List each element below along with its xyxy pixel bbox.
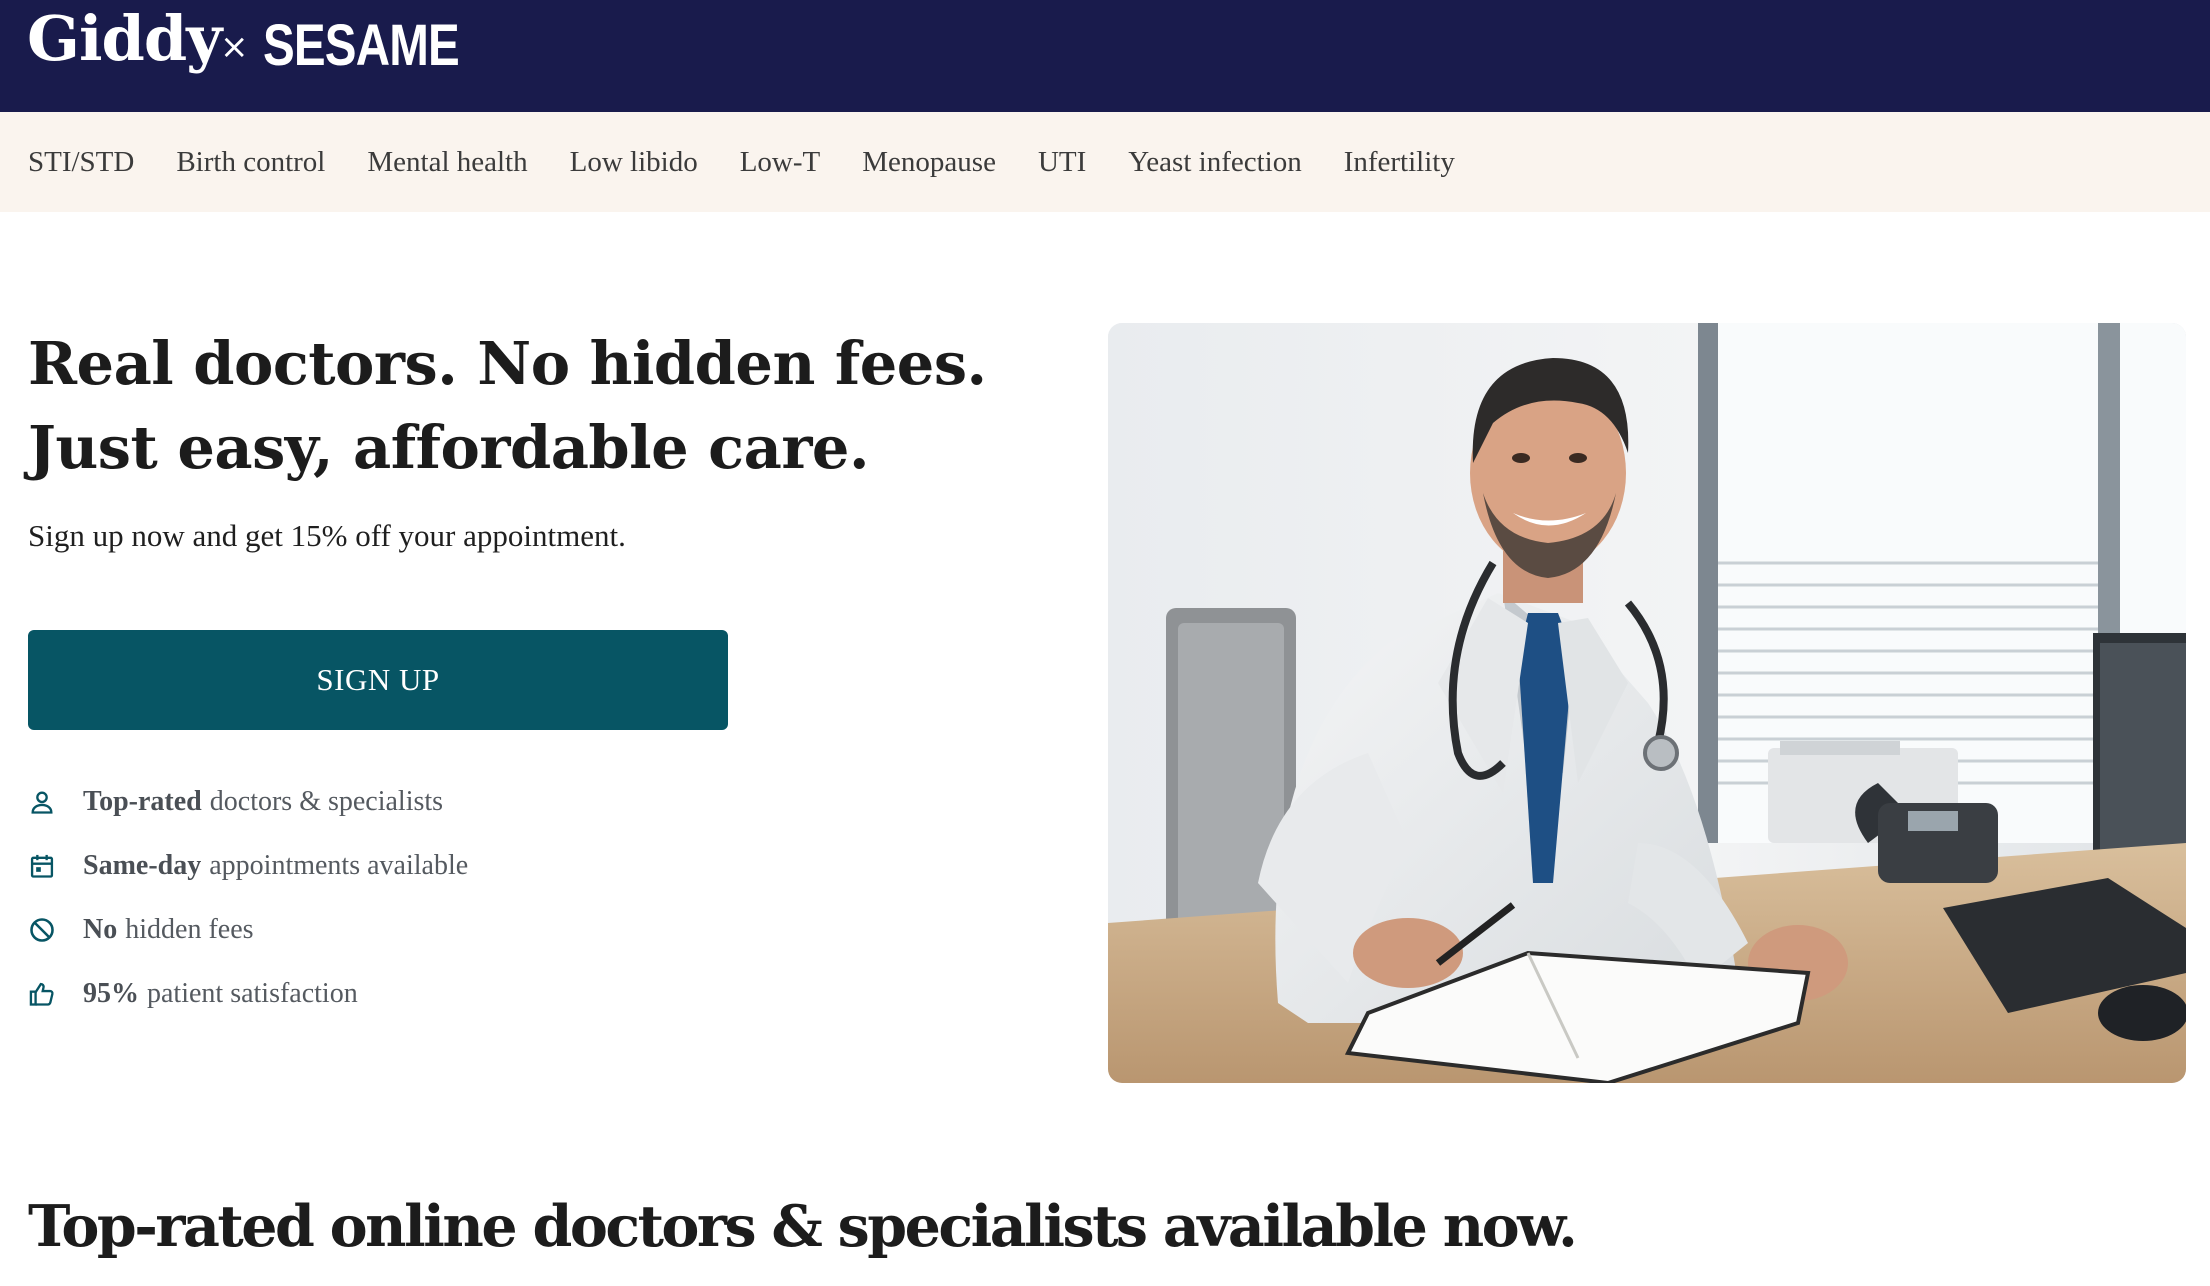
giddy-logo[interactable]: Giddy — [27, 8, 222, 70]
person-icon — [28, 788, 56, 816]
nav-item-low-t[interactable]: Low-T — [740, 146, 821, 179]
feature-item: 95% patient satisfaction — [28, 962, 468, 1026]
feature-text: doctors & specialists — [209, 786, 444, 817]
feature-item: Top-rated doctors & specialists — [28, 770, 468, 834]
section-title: Top-rated online doctors & specialists a… — [28, 1193, 1578, 1260]
brand-separator: × — [220, 27, 249, 67]
doctor-photo — [1108, 323, 2186, 1083]
nav-item-yeast-infection[interactable]: Yeast infection — [1128, 146, 1301, 179]
feature-bold: 95% — [83, 978, 139, 1009]
nav-item-mental-health[interactable]: Mental health — [367, 146, 527, 179]
nav-item-birth-control[interactable]: Birth control — [176, 146, 325, 179]
brand-bar: Giddy × SESAME — [0, 0, 2210, 112]
feature-bold: Top-rated — [83, 786, 202, 817]
feature-item: No hidden fees — [28, 898, 468, 962]
hero-title: Real doctors. No hidden fees. Just easy,… — [28, 322, 987, 490]
nav-item-uti[interactable]: UTI — [1038, 146, 1086, 179]
hero-title-line-2: Just easy, affordable care. — [28, 413, 869, 482]
feature-text: appointments available — [209, 850, 469, 881]
nav-item-menopause[interactable]: Menopause — [862, 146, 996, 179]
category-nav: STI/STD Birth control Mental health Low … — [0, 112, 2210, 212]
hero-subtitle: Sign up now and get 15% off your appoint… — [28, 518, 626, 553]
sign-up-button[interactable]: SIGN UP — [28, 630, 728, 730]
feature-bold: Same-day — [83, 850, 202, 881]
calendar-icon — [28, 852, 56, 880]
hero-title-line-1: Real doctors. No hidden fees. — [28, 329, 987, 398]
feature-text: patient satisfaction — [147, 978, 358, 1009]
no-entry-icon — [28, 916, 56, 944]
sesame-logo[interactable]: SESAME — [263, 17, 460, 75]
nav-item-low-libido[interactable]: Low libido — [570, 146, 698, 179]
thumbs-up-icon — [28, 980, 56, 1008]
feature-bold: No — [83, 914, 118, 945]
feature-item: Same-day appointments available — [28, 834, 468, 898]
feature-text: hidden fees — [125, 914, 254, 945]
nav-item-infertility[interactable]: Infertility — [1344, 146, 1455, 179]
nav-item-sti-std[interactable]: STI/STD — [28, 146, 134, 179]
feature-list: Top-rated doctors & specialists Same-day… — [28, 770, 468, 1026]
